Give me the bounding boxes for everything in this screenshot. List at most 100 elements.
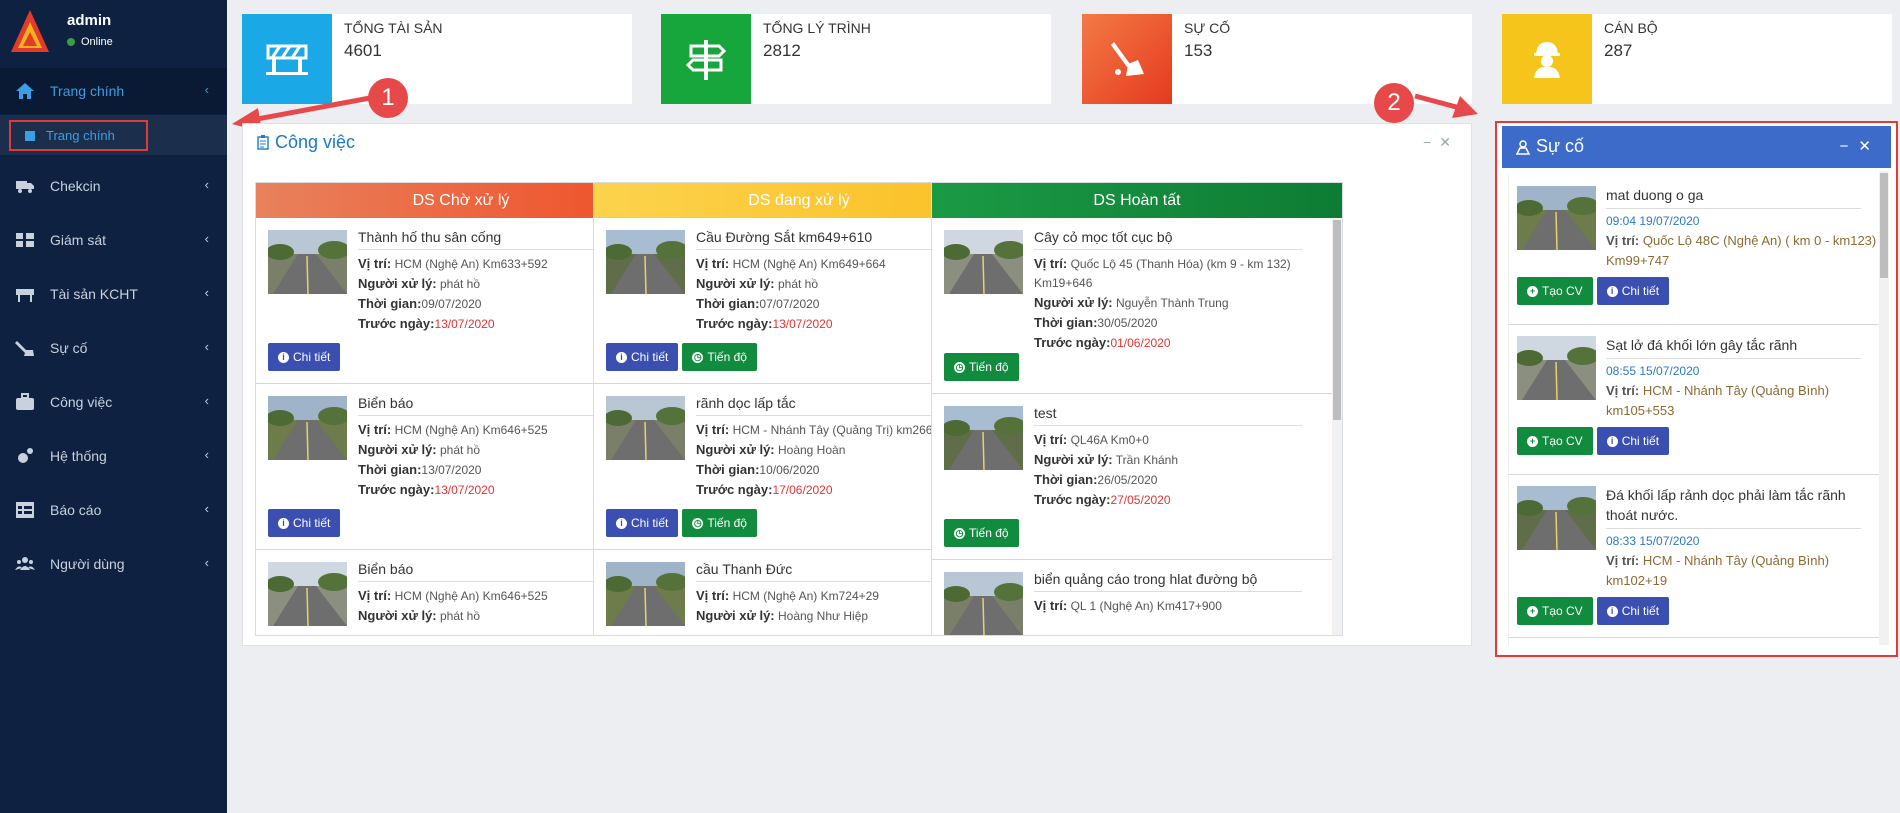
task-deadline: Trước ngày:01/06/2020 xyxy=(1034,333,1332,353)
field-value: Quốc Lộ 45 (Thanh Hóa) (km 9 - km 132) K… xyxy=(1034,257,1291,290)
task-handler: Người xử lý: Trần Khánh xyxy=(1034,450,1332,470)
field-label: Trước ngày: xyxy=(696,316,773,331)
field-value: 13/07/2020 xyxy=(421,463,482,477)
scrollbar-thumb[interactable] xyxy=(1333,220,1341,420)
create-task-button[interactable]: + Tạo CV xyxy=(1517,597,1593,625)
scrollbar[interactable] xyxy=(1879,171,1889,645)
thumbnail-image xyxy=(268,230,347,294)
scrollbar[interactable] xyxy=(1332,218,1342,635)
clock-icon: ◷ xyxy=(954,527,965,539)
detail-button[interactable]: i Chi tiết xyxy=(1596,427,1670,455)
info-icon: i xyxy=(616,517,627,529)
column-header: DS Hoàn tất xyxy=(932,183,1342,218)
field-value: 13/07/2020 xyxy=(434,317,495,331)
field-label: Thời gian: xyxy=(696,296,760,311)
detail-button[interactable]: i Chi tiết xyxy=(268,343,341,371)
field-label: Thời gian: xyxy=(696,462,760,477)
panel-tools: −✕ xyxy=(1423,134,1459,151)
progress-button[interactable]: ◷ Tiến độ xyxy=(682,509,757,537)
incident-time: 08:55 15/07/2020 xyxy=(1606,364,1700,378)
field-label: Vị trí: xyxy=(1606,553,1640,568)
detail-button[interactable]: i Chi tiết xyxy=(268,509,341,537)
info-icon: i xyxy=(278,517,289,529)
button-label: Tiến độ xyxy=(707,350,747,364)
thumbnail-image xyxy=(944,572,1023,635)
detail-button[interactable]: i Chi tiết xyxy=(606,343,679,371)
field-label: Vị trí: xyxy=(696,256,730,271)
field-label: Trước ngày: xyxy=(1034,492,1111,507)
field-value: HCM (Nghệ An) Km649+664 xyxy=(732,257,886,271)
create-task-button[interactable]: + Tạo CV xyxy=(1517,277,1593,305)
field-label: Vị trí: xyxy=(1034,432,1068,447)
incident-time: 08:33 15/07/2020 xyxy=(1606,534,1700,548)
close-button[interactable]: ✕ xyxy=(1858,138,1881,155)
field-label: Vị trí: xyxy=(358,422,392,437)
field-value: 13/07/2020 xyxy=(434,483,495,497)
task-list[interactable]: Cây cỏ mọc tốt cục bộ Vị trí: Quốc Lộ 45 … xyxy=(932,218,1332,635)
field-value: 17/06/2020 xyxy=(772,483,833,497)
field-label: Người xử lý: xyxy=(1034,452,1113,467)
task-handler: Người xử lý: Nguyễn Thành Trung xyxy=(1034,293,1332,313)
progress-button[interactable]: ◷ Tiến độ xyxy=(944,519,1019,547)
field-value: HCM (Nghệ An) Km646+525 xyxy=(394,423,548,437)
button-label: Chi tiết xyxy=(1621,604,1660,618)
thumbnail-image xyxy=(944,406,1023,470)
button-label: Chi tiết xyxy=(1621,284,1660,298)
minimize-button[interactable]: − xyxy=(1423,134,1439,150)
button-label: Tạo CV xyxy=(1542,604,1583,618)
close-button[interactable]: ✕ xyxy=(1439,134,1459,150)
su-co-header: Sự cố −✕ xyxy=(1502,126,1891,168)
field-label: Người xử lý: xyxy=(358,442,437,457)
field-value: 26/05/2020 xyxy=(1097,473,1158,487)
plus-circle-icon: + xyxy=(1527,435,1538,447)
incident-actions: + Tạo CV i Chi tiết xyxy=(1517,277,1879,307)
incident-actions: + Tạo CV i Chi tiết xyxy=(1517,597,1879,627)
field-value: QL46A Km0+0 xyxy=(1070,433,1149,447)
incident-card[interactable] xyxy=(1508,638,1879,645)
incident-card[interactable]: Đá khối lấp rảnh dọc phải làm tắc rãnh t… xyxy=(1508,475,1879,638)
cong-viec-panel: Công việc −✕ DS Chờ xử lý Thành hố thu sâ… xyxy=(242,123,1472,646)
field-value: HCM - Nhánh Tây (Quảng Trị) km266+27 xyxy=(732,423,953,437)
plus-circle-icon: + xyxy=(1527,285,1538,297)
button-label: Chi tiết xyxy=(293,516,331,530)
task-location: Vị trí: QL 1 (Nghệ An) Km417+900 xyxy=(1034,596,1332,616)
field-value: Hoàng Hoàn xyxy=(777,443,846,457)
field-value: Trần Khánh xyxy=(1115,453,1179,467)
field-label: Trước ngày: xyxy=(696,482,773,497)
progress-button[interactable]: ◷ Tiến độ xyxy=(682,343,757,371)
field-label: Vị trí: xyxy=(358,588,392,603)
detail-button[interactable]: i Chi tiết xyxy=(606,509,679,537)
incident-card[interactable]: mat duong o ga 09:04 19/07/2020 Vị trí: Qu… xyxy=(1508,175,1879,325)
task-card[interactable]: test Vị trí: QL46A Km0+0 Người xử lý: Trần… xyxy=(932,394,1332,560)
incident-title: Đá khối lấp rảnh dọc phải làm tắc rãnh t… xyxy=(1606,485,1861,529)
annotation-badge-2: 2 xyxy=(1374,83,1414,123)
field-value: 30/05/2020 xyxy=(1097,316,1158,330)
field-value: HCM (Nghệ An) Km646+525 xyxy=(394,589,548,603)
field-label: Người xử lý: xyxy=(696,442,775,457)
detail-button[interactable]: i Chi tiết xyxy=(1596,277,1670,305)
thumbnail-image xyxy=(944,230,1023,294)
incident-actions: + Tạo CV i Chi tiết xyxy=(1517,427,1879,457)
create-task-button[interactable]: + Tạo CV xyxy=(1517,427,1593,455)
progress-button[interactable]: ◷ Tiến độ xyxy=(944,353,1019,381)
button-label: Tiến độ xyxy=(969,360,1009,374)
incident-location: Vị trí: HCM - Nhánh Tây (Quảng Bình) km1… xyxy=(1606,551,1879,591)
field-value: HCM (Nghệ An) Km633+592 xyxy=(394,257,548,271)
task-title: Cây cỏ mọc tốt cục bộ xyxy=(1034,228,1302,250)
clock-icon: ◷ xyxy=(954,361,965,373)
field-label: Thời gian: xyxy=(1034,472,1098,487)
thumbnail-image xyxy=(268,396,347,460)
button-label: Chi tiết xyxy=(1621,434,1660,448)
thumbnail-image xyxy=(606,562,685,626)
task-card[interactable]: biển quảng cáo trong hlat đường bộ Vị trí… xyxy=(932,560,1332,635)
field-value: phát hồ xyxy=(439,443,481,457)
minimize-button[interactable]: − xyxy=(1840,138,1859,155)
su-co-list[interactable]: mat duong o ga 09:04 19/07/2020 Vị trí: Qu… xyxy=(1508,175,1879,645)
detail-button[interactable]: i Chi tiết xyxy=(1596,597,1670,625)
task-card[interactable]: Cây cỏ mọc tốt cục bộ Vị trí: Quốc Lộ 45 … xyxy=(932,218,1332,394)
scrollbar-thumb[interactable] xyxy=(1880,173,1888,278)
incident-card[interactable]: Sạt lở đá khối lớn gây tắc rãnh 08:55 15/… xyxy=(1508,325,1879,475)
field-value: QL 1 (Nghệ An) Km417+900 xyxy=(1070,599,1222,613)
field-label: Trước ngày: xyxy=(358,482,435,497)
button-label: Tạo CV xyxy=(1542,284,1583,298)
